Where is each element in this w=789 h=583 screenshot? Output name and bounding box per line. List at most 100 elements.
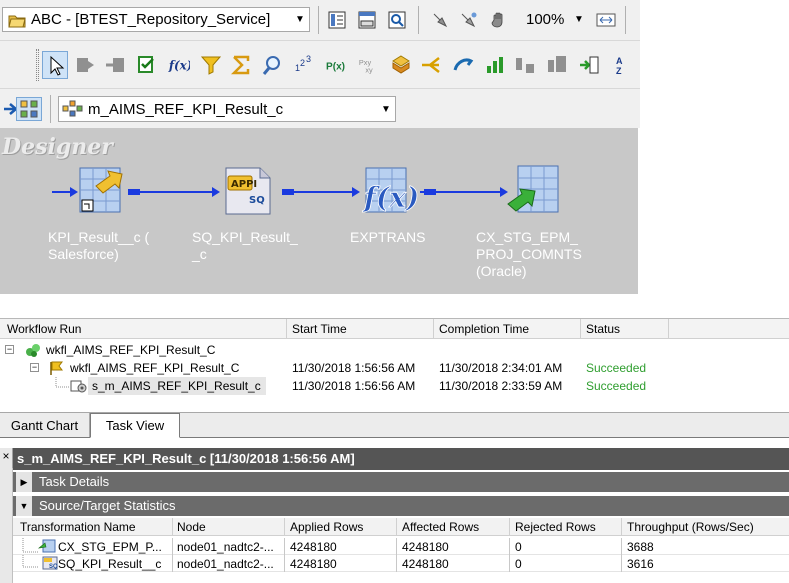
section-source-target-statistics[interactable]: ▼ Source/Target Statistics xyxy=(13,496,789,516)
mapping-view-button[interactable] xyxy=(16,97,42,121)
table-row[interactable]: CX_STG_EPM_P... node01_nadtc2-... 424818… xyxy=(13,538,789,555)
update-strategy-tool-icon[interactable] xyxy=(390,54,412,76)
close-icon[interactable]: × xyxy=(0,448,13,468)
sort-az-icon[interactable]: AZ xyxy=(610,54,632,76)
collapse-arrow-icon[interactable]: ▼ xyxy=(16,496,32,516)
column-header-completion-time[interactable]: Completion Time xyxy=(439,322,529,336)
source-qualifier-icon: SQ xyxy=(42,556,58,570)
stored-procedure-tool-icon[interactable]: Pxy xy xyxy=(358,54,380,76)
stat-transformation-name: CX_STG_EPM_P... xyxy=(58,540,162,554)
lookup-tool-icon[interactable] xyxy=(262,54,284,76)
integration-service-icon xyxy=(26,344,40,357)
svg-text:3: 3 xyxy=(306,54,311,64)
toolbar-grip[interactable] xyxy=(36,49,39,81)
workflow-tree-row[interactable]: − wkfl_AIMS_REF_KPI_Result_C xyxy=(0,341,789,359)
column-header-start-time[interactable]: Start Time xyxy=(292,322,347,336)
stat-affected-rows: 4248180 xyxy=(402,557,449,571)
sequence-generator-tool-icon[interactable]: 123 xyxy=(294,54,316,76)
column-header-node[interactable]: Node xyxy=(177,520,206,534)
union-tool-icon[interactable] xyxy=(546,54,568,76)
detail-gutter xyxy=(0,468,13,583)
table-row[interactable]: SQ SQ_KPI_Result__c node01_nadtc2-... 42… xyxy=(13,555,789,572)
zoom-selector[interactable]: 100% ▼ xyxy=(522,8,588,31)
pointer-icon xyxy=(50,55,65,76)
session-detail-title: s_m_AIMS_REF_KPI_Result_c [11/30/2018 1:… xyxy=(13,448,789,470)
column-header-affected-rows[interactable]: Affected Rows xyxy=(402,520,479,534)
chevron-down-icon[interactable]: ▼ xyxy=(291,14,309,25)
source-qualifier-tool-icon[interactable] xyxy=(74,54,96,76)
joiner-tool-icon[interactable] xyxy=(514,54,536,76)
collapse-icon[interactable]: − xyxy=(5,345,14,354)
select-pointer-button[interactable] xyxy=(42,51,68,79)
source-qualifier-icon[interactable]: APPI SQ xyxy=(225,167,271,215)
arrange-icon[interactable] xyxy=(430,9,452,31)
mapping-selector[interactable]: m_AIMS_REF_KPI_Result_c ▼ xyxy=(58,96,396,122)
workflow-run-panel: Workflow Run Start Time Completion Time … xyxy=(0,318,789,411)
router-tool-icon[interactable] xyxy=(420,54,442,76)
session-name: s_m_AIMS_REF_KPI_Result_c xyxy=(92,379,261,393)
arrange-iconic-icon[interactable] xyxy=(458,9,480,31)
zoom-hand-icon[interactable] xyxy=(488,9,510,31)
stat-transformation-name: SQ_KPI_Result__c xyxy=(58,557,162,571)
session-completion-time: 11/30/2018 2:33:59 AM xyxy=(439,379,563,393)
svg-text:f(x): f(x) xyxy=(168,59,190,73)
stat-affected-rows: 4248180 xyxy=(402,540,449,554)
column-header-rejected-rows[interactable]: Rejected Rows xyxy=(515,520,596,534)
repository-folder-icon xyxy=(8,15,26,27)
source-definition-icon[interactable] xyxy=(79,167,123,213)
target-tool-icon[interactable] xyxy=(104,54,126,76)
svg-text:SQ: SQ xyxy=(49,564,58,570)
expression-tool-icon[interactable]: f(x) xyxy=(168,54,190,76)
toolbar-separator xyxy=(625,6,626,34)
section-label: Source/Target Statistics xyxy=(39,498,176,513)
toolbar-separator xyxy=(318,6,319,34)
normalizer-tool-icon[interactable] xyxy=(136,54,158,76)
section-task-details[interactable]: ▶ Task Details xyxy=(13,472,789,492)
transformation-label-source: KPI_Result__c ( Salesforce) xyxy=(48,229,150,262)
column-header-transformation-name[interactable]: Transformation Name xyxy=(20,520,136,534)
rank-tool-icon[interactable] xyxy=(452,54,474,76)
sorter-tool-icon[interactable] xyxy=(484,54,506,76)
workflow-run-header: Workflow Run Start Time Completion Time … xyxy=(0,319,789,339)
designer-canvas[interactable]: Designer APPI SQ f(x) KPI_Result__c (Sa… xyxy=(0,128,638,294)
workflow-name: wkfl_AIMS_REF_KPI_Result_C xyxy=(70,361,240,375)
session-tree-row[interactable]: s_m_AIMS_REF_KPI_Result_c 11/30/2018 1:5… xyxy=(0,377,789,395)
stat-applied-rows: 4248180 xyxy=(290,557,337,571)
tab-gantt-chart[interactable]: Gantt Chart xyxy=(0,413,90,437)
aggregator-tool-icon[interactable] xyxy=(230,54,252,76)
expression-transformation-icon[interactable]: f(x) xyxy=(362,167,420,214)
column-header-throughput[interactable]: Throughput (Rows/Sec) xyxy=(627,520,754,534)
xml-tool-icon[interactable] xyxy=(578,54,600,76)
svg-text:xy: xy xyxy=(365,65,373,74)
output-window-icon[interactable] xyxy=(356,9,378,31)
column-header-applied-rows[interactable]: Applied Rows xyxy=(290,520,363,534)
collapse-icon[interactable]: − xyxy=(30,363,39,372)
mapping-icon xyxy=(62,100,83,117)
procedure-tool-icon[interactable]: P(x) xyxy=(326,54,348,76)
mapping-name: m_AIMS_REF_KPI_Result_c xyxy=(88,100,284,118)
target-definition-icon[interactable] xyxy=(507,165,559,213)
zoom-fit-icon[interactable] xyxy=(595,9,617,31)
workflow-completion-time: 11/30/2018 2:34:01 AM xyxy=(439,361,563,375)
overview-window-icon[interactable] xyxy=(386,9,408,31)
stat-rejected-rows: 0 xyxy=(515,557,522,571)
chevron-down-icon[interactable]: ▼ xyxy=(570,14,588,25)
transformation-label-target: CX_STG_EPM_ PROJ_COMNTS (Oracle) xyxy=(476,229,582,279)
workflow-icon xyxy=(50,361,63,375)
column-header-workflow-run[interactable]: Workflow Run xyxy=(7,322,81,336)
view-tabs: Gantt Chart Task View xyxy=(0,412,789,438)
column-header-status[interactable]: Status xyxy=(586,322,620,336)
repository-selector[interactable]: ABC - [BTEST_Repository_Service] ▼ xyxy=(2,7,310,32)
workflow-tree-row[interactable]: − wkfl_AIMS_REF_KPI_Result_C 11/30/2018 … xyxy=(0,359,789,377)
workflow-folder-name: wkfl_AIMS_REF_KPI_Result_C xyxy=(46,343,216,357)
filter-tool-icon[interactable] xyxy=(200,54,222,76)
stat-throughput: 3616 xyxy=(627,557,654,571)
tab-task-view[interactable]: Task View xyxy=(90,413,180,438)
chevron-down-icon[interactable]: ▼ xyxy=(377,104,395,115)
svg-text:Z: Z xyxy=(616,66,622,76)
session-status: Succeeded xyxy=(586,379,647,393)
navigator-icon[interactable] xyxy=(326,9,348,31)
transformation-label-source-qualifier: SQ_KPI_Result_ _c xyxy=(192,229,298,262)
expand-arrow-icon[interactable]: ▶ xyxy=(16,472,32,492)
stat-throughput: 3688 xyxy=(627,540,654,554)
